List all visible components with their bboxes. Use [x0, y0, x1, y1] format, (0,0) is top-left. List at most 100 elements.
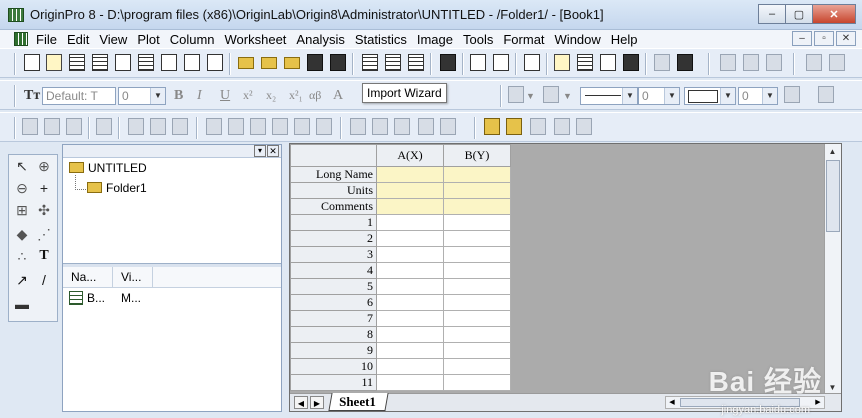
print-icon[interactable]	[440, 54, 456, 71]
add-new-column-icon[interactable]	[654, 54, 670, 71]
minimize-button[interactable]: –	[758, 4, 786, 24]
data-cell[interactable]	[443, 294, 511, 311]
row-header[interactable]: 11	[290, 374, 377, 391]
data-cell[interactable]	[376, 214, 444, 231]
recalculate-icon[interactable]	[677, 54, 693, 71]
bold-button[interactable]: B	[174, 88, 183, 104]
list-item[interactable]: B...	[69, 291, 105, 305]
chevron-down-icon[interactable]: ▼	[563, 91, 572, 101]
open-template-icon[interactable]	[261, 57, 277, 69]
menu-view[interactable]: View	[99, 32, 133, 47]
open-icon[interactable]	[238, 57, 254, 69]
chevron-down-icon[interactable]: ▼	[762, 88, 777, 104]
data-cell[interactable]	[443, 278, 511, 295]
menu-worksheet[interactable]: Worksheet	[225, 32, 293, 47]
line-style-combo[interactable]: ▼	[580, 87, 638, 105]
data-cell[interactable]	[443, 214, 511, 231]
axis-l-icon[interactable]	[206, 118, 222, 135]
scatter-column-icon[interactable]	[394, 118, 410, 135]
row-header[interactable]: 8	[290, 326, 377, 343]
mdi-minimize-button[interactable]: –	[792, 31, 812, 46]
fill-column-icon[interactable]	[506, 118, 522, 135]
menu-analysis[interactable]: Analysis	[296, 32, 350, 47]
meta-cell[interactable]	[376, 182, 444, 199]
new-project-icon[interactable]	[24, 54, 40, 71]
chevron-down-icon[interactable]: ▼	[622, 88, 637, 104]
menu-column[interactable]: Column	[170, 32, 221, 47]
data-cell[interactable]	[376, 310, 444, 327]
data-cell[interactable]	[443, 342, 511, 359]
origin-app-icon[interactable]	[8, 8, 24, 22]
save-project-icon[interactable]	[307, 54, 323, 71]
close-button[interactable]: ✕	[812, 4, 856, 24]
axis-u-icon[interactable]	[250, 118, 266, 135]
menu-format[interactable]: Format	[503, 32, 550, 47]
data-cell[interactable]	[376, 358, 444, 375]
scroll-left-icon[interactable]: ◀	[666, 397, 678, 408]
fill-color-icon[interactable]	[508, 86, 524, 103]
meta-cell[interactable]	[443, 166, 511, 183]
data-cell[interactable]	[376, 294, 444, 311]
new-graph-icon[interactable]	[115, 54, 131, 71]
gear-icon[interactable]	[623, 54, 639, 71]
data-cell[interactable]	[443, 230, 511, 247]
menu-window[interactable]: Window	[555, 32, 607, 47]
open-excel-icon[interactable]	[284, 57, 300, 69]
tree-item-folder1[interactable]: Folder1	[87, 181, 147, 195]
chevron-down-icon[interactable]: ▼	[720, 88, 735, 104]
screen-reader-icon[interactable]: ◆	[13, 225, 31, 243]
meta-row-label[interactable]: Long Name	[290, 166, 377, 183]
code-builder-icon[interactable]	[600, 54, 616, 71]
row-header[interactable]: 3	[290, 246, 377, 263]
data-selector-icon[interactable]: ⋰	[35, 225, 53, 243]
pattern-width-combo[interactable]: 0 ▼	[738, 87, 778, 105]
rectangle-tool-icon[interactable]: ▬	[13, 295, 31, 313]
row-header[interactable]: 6	[290, 294, 377, 311]
font-name-combo[interactable]: Default: T	[42, 87, 116, 105]
increase-font-button[interactable]: A	[333, 88, 343, 104]
copy-icon[interactable]	[743, 54, 759, 71]
maximize-button[interactable]: ▢	[785, 4, 813, 24]
meta-cell[interactable]	[376, 166, 444, 183]
column-header-a[interactable]: A(X)	[376, 144, 444, 167]
new-folder-doc-icon[interactable]	[46, 54, 62, 71]
unmask-icon[interactable]	[576, 118, 592, 135]
data-cell[interactable]	[376, 342, 444, 359]
rescale-icon[interactable]	[96, 118, 112, 135]
data-cell[interactable]	[376, 230, 444, 247]
menu-tools[interactable]: Tools	[463, 32, 499, 47]
vertical-scrollbar[interactable]: ▲ ▼	[824, 144, 841, 396]
results-log-icon[interactable]	[554, 54, 570, 71]
axis-double-box-icon[interactable]	[316, 118, 332, 135]
script-window-icon[interactable]	[577, 54, 593, 71]
data-cell[interactable]	[376, 262, 444, 279]
mdi-restore-button[interactable]: ▫	[814, 31, 834, 46]
column-header-b[interactable]: B(Y)	[443, 144, 511, 167]
scroll-thumb[interactable]	[826, 160, 840, 232]
meta-row-label[interactable]: Units	[290, 182, 377, 199]
new-layout-icon[interactable]	[184, 54, 200, 71]
meta-cell[interactable]	[376, 198, 444, 215]
meta-cell[interactable]	[443, 182, 511, 199]
greek-button[interactable]: αβ	[309, 88, 321, 103]
sheet-prev-icon[interactable]: ◀	[294, 396, 308, 409]
axis-frame-icon[interactable]	[272, 118, 288, 135]
row-header[interactable]: 2	[290, 230, 377, 247]
layer-4-icon[interactable]	[172, 118, 188, 135]
border-icon[interactable]	[818, 86, 834, 103]
new-matrix-icon[interactable]	[138, 54, 154, 71]
list-header-view[interactable]: Vi...	[113, 267, 153, 287]
sort-icon[interactable]	[530, 118, 546, 135]
clock-icon[interactable]	[418, 118, 434, 135]
mdi-close-button[interactable]: ✕	[836, 31, 856, 46]
crosshair-icon[interactable]: +	[35, 179, 53, 197]
pin-icon[interactable]: ▾	[254, 145, 266, 157]
menu-file[interactable]: File	[36, 32, 63, 47]
columns-icon[interactable]	[372, 118, 388, 135]
import-wizard-icon[interactable]	[362, 54, 378, 71]
data-cell[interactable]	[443, 262, 511, 279]
font-size-combo[interactable]: 0 ▼	[118, 87, 166, 105]
row-header[interactable]: 10	[290, 358, 377, 375]
data-cell[interactable]	[376, 374, 444, 391]
arrange-layers-icon[interactable]	[829, 54, 845, 71]
